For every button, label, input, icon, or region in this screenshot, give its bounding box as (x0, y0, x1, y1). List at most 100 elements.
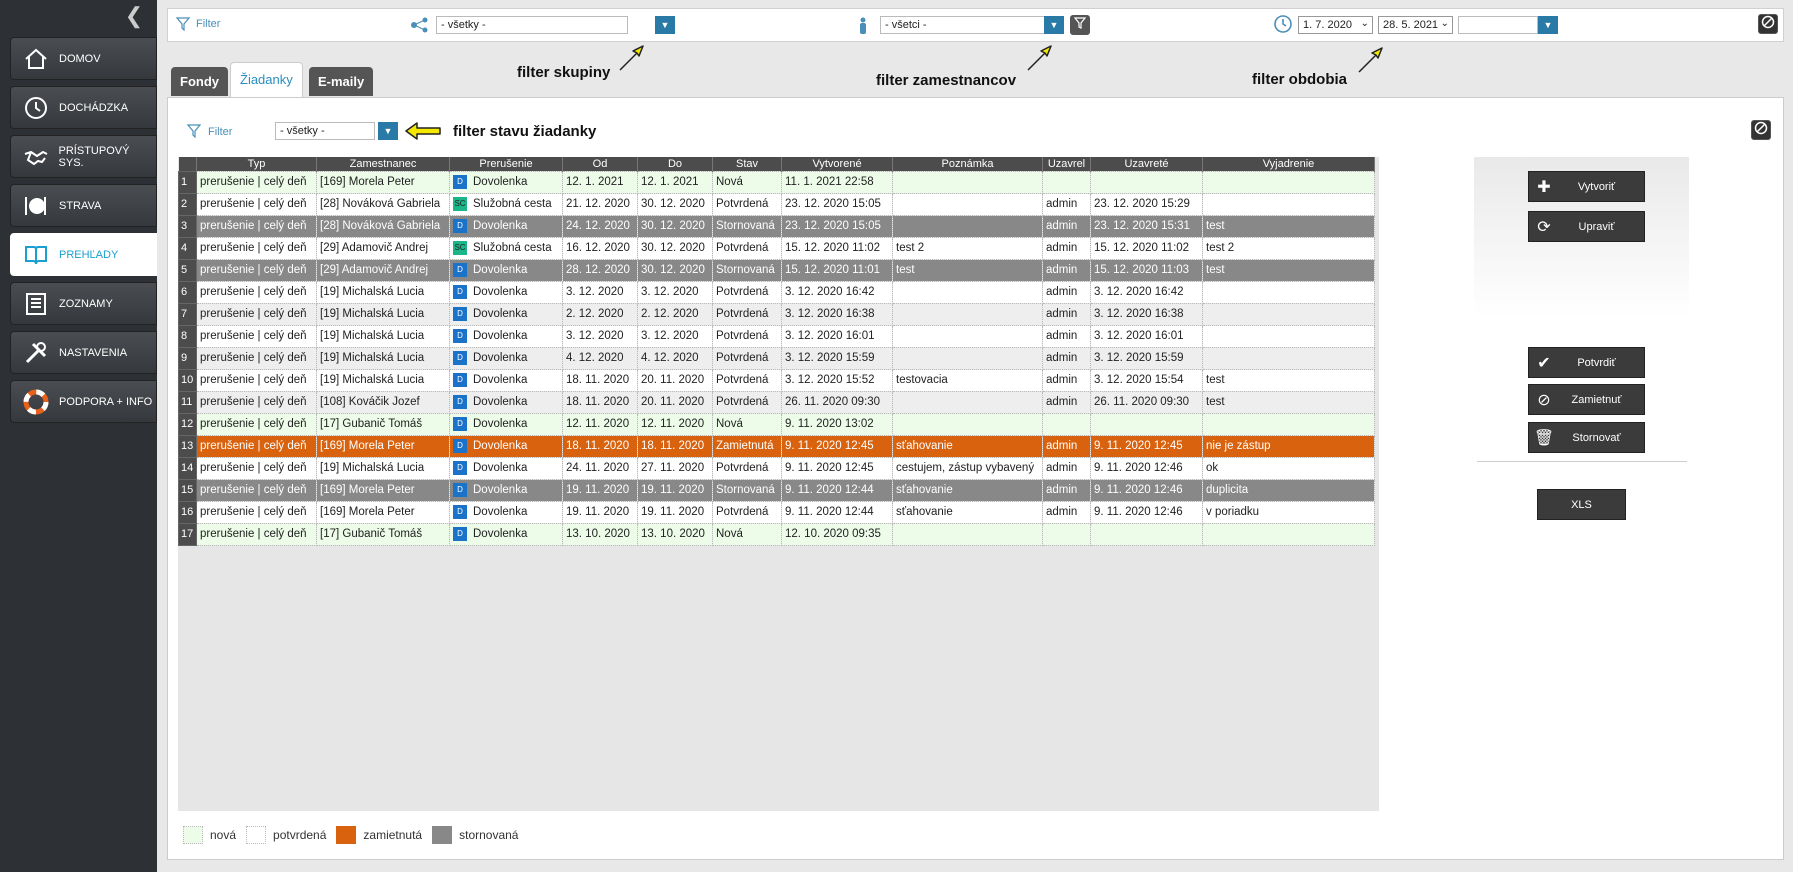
sidebar-item-domov[interactable]: DOMOV (10, 37, 157, 80)
vacation-icon: D (453, 285, 467, 299)
column-header[interactable]: Uzavreté (1090, 157, 1203, 171)
sidebar-item-zoznamy[interactable]: ZOZNAMY (10, 282, 157, 325)
date-to-field[interactable]: 28. 5. 2021 ⌄ (1378, 16, 1453, 34)
legend-label: stornovaná (459, 828, 519, 842)
table-row[interactable]: 13 prerušenie | celý deň [169] Morela Pete… (178, 434, 1375, 458)
group-filter-dropdown-button[interactable]: ▼ (655, 16, 675, 34)
table-row[interactable]: 4 prerušenie | celý deň [29] Adamovič Andr… (178, 236, 1375, 260)
cell-od: 24. 11. 2020 (562, 456, 638, 480)
tab-ziadanky[interactable]: Žiadanky (230, 62, 303, 98)
cell-uzavrete: 23. 12. 2020 15:31 (1090, 214, 1203, 238)
cell-uzavrete: 23. 12. 2020 15:29 (1090, 192, 1203, 216)
cell-prer: D Dovolenka (449, 170, 563, 194)
cell-pozn (892, 412, 1043, 436)
sidebar-item-strava[interactable]: STRAVA (10, 184, 157, 227)
employee-filter-select[interactable]: - všetci - (880, 16, 1050, 34)
cell-vytv: 9. 11. 2020 12:45 (781, 456, 893, 480)
cell-od: 18. 11. 2020 (562, 434, 638, 458)
table-row[interactable]: 8 prerušenie | celý deň [19] Michalská Luc… (178, 324, 1375, 348)
table-row[interactable]: 14 prerušenie | celý deň [19] Michalská Lu… (178, 456, 1375, 480)
house-icon (21, 44, 51, 74)
edit-button[interactable]: ⟳ Upraviť (1528, 211, 1645, 242)
table-row[interactable]: 17 prerušenie | celý deň [17] Gubanič Tomá… (178, 522, 1375, 546)
column-header[interactable]: Prerušenie (449, 157, 563, 171)
sidebar-item-podpora[interactable]: PODPORA + INFO (10, 380, 157, 423)
cell-vyj (1202, 302, 1375, 326)
group-filter-select[interactable]: - všetky - (436, 16, 628, 34)
cell-emp: [169] Morela Peter (316, 434, 450, 458)
column-header[interactable]: Zamestnanec (316, 157, 450, 171)
cell-typ: prerušenie | celý deň (196, 170, 317, 194)
column-header[interactable]: Uzavrel (1042, 157, 1091, 171)
period-dropdown-button[interactable]: ▼ (1538, 16, 1558, 34)
tab-fondy[interactable]: Fondy (171, 67, 228, 96)
cell-do: 12. 11. 2020 (637, 412, 713, 436)
cell-do: 20. 11. 2020 (637, 368, 713, 392)
table-row[interactable]: 1 prerušenie | celý deň [169] Morela Peter… (178, 170, 1375, 194)
sidebar-item-label: DOCHÁDZKA (59, 101, 129, 114)
clear-filter-button[interactable] (1758, 14, 1778, 34)
arrow-icon (619, 45, 644, 71)
cell-prer: D Dovolenka (449, 280, 563, 304)
sidebar-item-prehlady[interactable]: PREHĽADY (10, 233, 157, 276)
row-number: 9 (178, 346, 197, 370)
column-header[interactable]: Typ (196, 157, 317, 171)
cell-text: Dovolenka (473, 484, 528, 497)
cell-uzavrete: 15. 12. 2020 11:03 (1090, 258, 1203, 282)
table-row[interactable]: 16 prerušenie | celý deň [169] Morela Pete… (178, 500, 1375, 524)
plus-icon: ✚ (1537, 178, 1551, 196)
create-button[interactable]: ✚ Vytvoriť (1528, 171, 1645, 202)
cell-typ: prerušenie | celý deň (196, 478, 317, 502)
date-from-field[interactable]: 1. 7. 2020 ⌄ (1298, 16, 1373, 34)
cell-stav: Potvrdená (712, 368, 782, 392)
funnel-icon (1073, 17, 1087, 29)
table-row[interactable]: 10 prerušenie | celý deň [19] Michalská Lu… (178, 368, 1375, 392)
column-header[interactable]: Poznámka (892, 157, 1043, 171)
table-row[interactable]: 12 prerušenie | celý deň [17] Gubanič Tomá… (178, 412, 1375, 436)
xls-label: XLS (1571, 498, 1592, 511)
xls-export-button[interactable]: XLS (1537, 489, 1626, 520)
period-select[interactable] (1458, 16, 1538, 34)
collapse-sidebar-icon[interactable]: ❮ (123, 5, 145, 28)
tab-emaily[interactable]: E-maily (309, 67, 374, 96)
table-row[interactable]: 11 prerušenie | celý deň [108] Kováčik Joz… (178, 390, 1375, 414)
cell-od: 21. 12. 2020 (562, 192, 638, 216)
cell-text: Dovolenka (473, 462, 528, 475)
row-number: 2 (178, 192, 197, 216)
cell-vyj: test (1202, 214, 1375, 238)
column-header[interactable]: Do (637, 157, 713, 171)
column-header[interactable]: Stav (712, 157, 782, 171)
cell-pozn: test 2 (892, 236, 1043, 260)
cell-uzavrete (1090, 170, 1203, 194)
table-row[interactable]: 5 prerušenie | celý deň [29] Adamovič Andr… (178, 258, 1375, 282)
sidebar-item-dochadzka[interactable]: DOCHÁDZKA (10, 86, 157, 129)
plate-icon (21, 191, 51, 221)
clear-status-filter-button[interactable] (1751, 120, 1771, 140)
cell-stav: Stornovaná (712, 258, 782, 282)
table-row[interactable]: 2 prerušenie | celý deň [28] Nováková Gabr… (178, 192, 1375, 216)
status-filter-dropdown-button[interactable]: ▼ (378, 122, 398, 140)
sidebar-item-pristupovy[interactable]: PRÍSTUPOVÝ SYS. (10, 135, 157, 178)
clock-icon (1273, 14, 1293, 37)
table-row[interactable]: 15 prerušenie | celý deň [169] Morela Pete… (178, 478, 1375, 502)
column-header[interactable]: Vytvorené (781, 157, 893, 171)
confirm-button[interactable]: ✔ Potvrdiť (1528, 347, 1645, 378)
reject-button[interactable]: ⊘ Zamietnuť (1528, 384, 1645, 415)
legend-swatch-rejected (336, 826, 357, 844)
cell-text: Dovolenka (473, 286, 528, 299)
vacation-icon: D (453, 263, 467, 277)
cell-do: 12. 1. 2021 (637, 170, 713, 194)
cancel-request-button[interactable]: 🗑 Stornovať (1528, 422, 1645, 453)
column-header[interactable]: Vyjadrenie (1202, 157, 1375, 171)
employee-filter-dropdown-button[interactable]: ▼ (1044, 16, 1064, 34)
sidebar-item-nastavenia[interactable]: NASTAVENIA (10, 331, 157, 374)
cell-pozn: sťahovanie (892, 478, 1043, 502)
table-row[interactable]: 9 prerušenie | celý deň [19] Michalská Luc… (178, 346, 1375, 370)
cell-prer: D Dovolenka (449, 258, 563, 282)
table-row[interactable]: 3 prerušenie | celý deň [28] Nováková Gabr… (178, 214, 1375, 238)
column-header[interactable]: Od (562, 157, 638, 171)
table-row[interactable]: 6 prerušenie | celý deň [19] Michalská Luc… (178, 280, 1375, 304)
employee-filter-apply-button[interactable] (1070, 15, 1090, 35)
table-row[interactable]: 7 prerušenie | celý deň [19] Michalská Luc… (178, 302, 1375, 326)
status-filter-select[interactable]: - všetky - (275, 122, 375, 140)
